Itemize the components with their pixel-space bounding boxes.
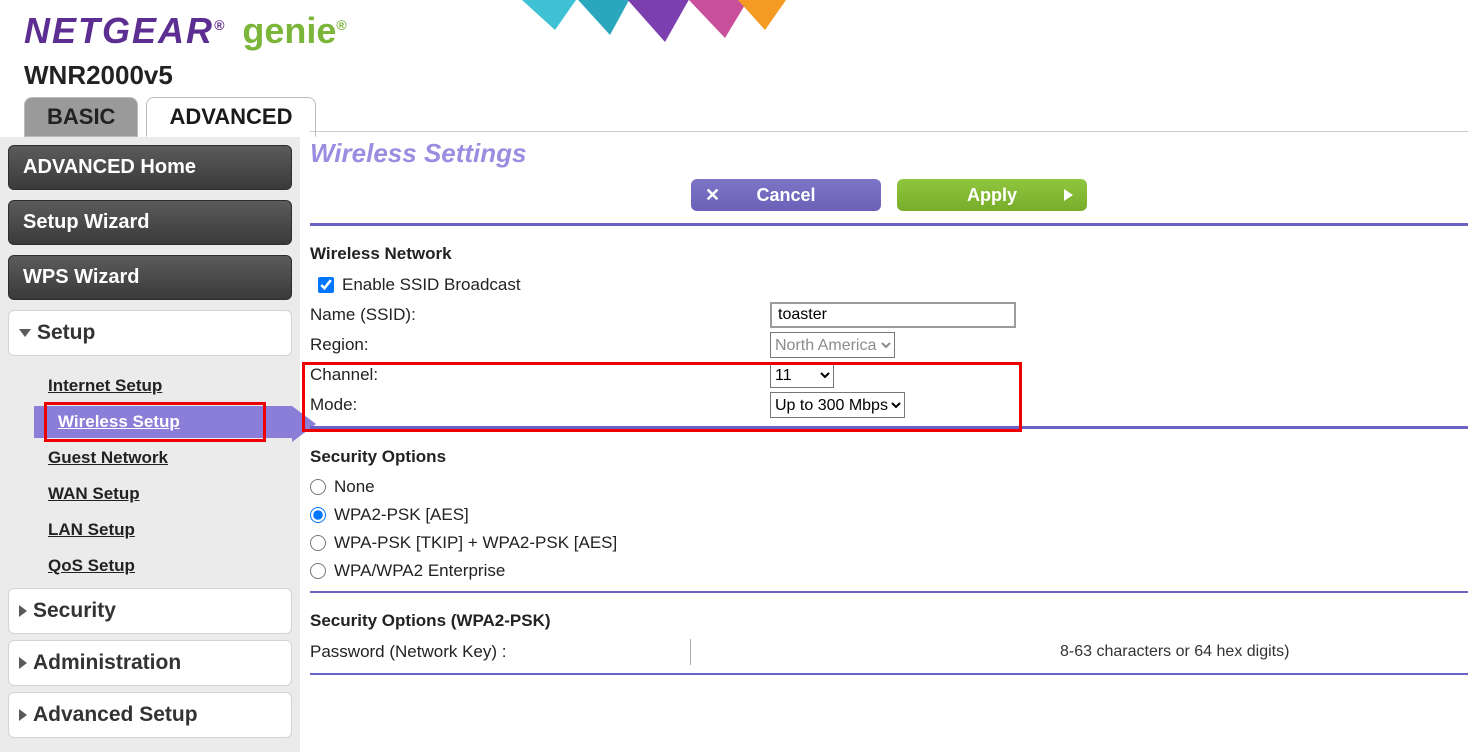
sidebar-section-label: Setup xyxy=(37,321,95,345)
security-none-label: None xyxy=(334,477,375,497)
channel-label: Channel: xyxy=(310,365,770,385)
sidebar-section-setup[interactable]: Setup xyxy=(8,310,292,356)
play-icon xyxy=(1064,189,1073,201)
sidebar-section-label: Administration xyxy=(33,651,181,675)
page-title: Wireless Settings xyxy=(310,132,1468,179)
button-bar: ✕ Cancel Apply xyxy=(310,179,1468,217)
enable-ssid-checkbox[interactable] xyxy=(318,277,334,293)
sidebar: ADVANCED Home Setup Wizard WPS Wizard Se… xyxy=(0,137,300,752)
caret-down-icon xyxy=(19,329,31,337)
security-enterprise-radio[interactable] xyxy=(310,563,326,579)
security-wpa2-radio[interactable] xyxy=(310,507,326,523)
registered-icon: ® xyxy=(336,17,346,33)
sidebar-setup-items: Internet Setup Wireless Setup Guest Netw… xyxy=(8,362,292,588)
mode-label: Mode: xyxy=(310,395,770,415)
security-enterprise-label: WPA/WPA2 Enterprise xyxy=(334,561,505,581)
security-wpa2-label: WPA2-PSK [AES] xyxy=(334,505,469,525)
security-wpa-mix-radio[interactable] xyxy=(310,535,326,551)
geometric-logo-icon xyxy=(500,0,820,50)
sidebar-active-item: Wireless Setup xyxy=(34,406,292,438)
sidebar-section-security[interactable]: Security xyxy=(8,588,292,634)
cancel-button[interactable]: ✕ Cancel xyxy=(691,179,881,211)
password-hint: 8-63 characters or 64 hex digits) xyxy=(890,643,1289,661)
brand-netgear: NETGEAR® xyxy=(24,10,226,52)
registered-icon: ® xyxy=(214,17,226,33)
sidebar-link-internet-setup[interactable]: Internet Setup xyxy=(48,368,292,404)
sidebar-section-administration[interactable]: Administration xyxy=(8,640,292,686)
section-heading-wireless-network: Wireless Network xyxy=(310,240,1468,270)
caret-right-icon xyxy=(19,605,27,617)
close-icon: ✕ xyxy=(705,185,720,206)
security-none-radio[interactable] xyxy=(310,479,326,495)
sidebar-link-wan-setup[interactable]: WAN Setup xyxy=(48,476,292,512)
security-wpa-mix-label: WPA-PSK [TKIP] + WPA2-PSK [AES] xyxy=(334,533,617,553)
sidebar-setup-wizard[interactable]: Setup Wizard xyxy=(8,200,292,245)
ssid-label: Name (SSID): xyxy=(310,305,770,325)
caret-right-icon xyxy=(19,709,27,721)
ssid-input[interactable] xyxy=(770,302,1016,328)
password-input[interactable] xyxy=(690,639,890,665)
brand-header: NETGEAR® genie® xyxy=(0,0,1478,60)
sidebar-advanced-home[interactable]: ADVANCED Home xyxy=(8,145,292,190)
tab-basic[interactable]: BASIC xyxy=(24,97,138,137)
apply-button[interactable]: Apply xyxy=(897,179,1087,211)
sidebar-section-advanced-setup[interactable]: Advanced Setup xyxy=(8,692,292,738)
enable-ssid-label: Enable SSID Broadcast xyxy=(342,275,521,295)
caret-right-icon xyxy=(19,657,27,669)
brand-genie: genie® xyxy=(242,10,346,52)
sidebar-link-lan-setup[interactable]: LAN Setup xyxy=(48,512,292,548)
region-label: Region: xyxy=(310,335,770,355)
model-number: WNR2000v5 xyxy=(0,60,1478,97)
channel-select[interactable]: 11 xyxy=(770,362,834,388)
region-select[interactable]: North America xyxy=(770,332,895,358)
mode-select[interactable]: Up to 300 Mbps xyxy=(770,392,905,418)
sidebar-section-label: Advanced Setup xyxy=(33,703,198,727)
sidebar-link-wireless-setup[interactable]: Wireless Setup xyxy=(34,406,292,438)
sidebar-wps-wizard[interactable]: WPS Wizard xyxy=(8,255,292,300)
sidebar-link-guest-network[interactable]: Guest Network xyxy=(48,440,292,476)
section-heading-security-psk: Security Options (WPA2-PSK) xyxy=(310,607,1468,637)
section-heading-security-options: Security Options xyxy=(310,443,1468,473)
sidebar-link-qos-setup[interactable]: QoS Setup xyxy=(48,548,292,584)
sidebar-section-label: Security xyxy=(33,599,116,623)
content-panel: Wireless Settings ✕ Cancel Apply Wireles… xyxy=(300,137,1478,747)
password-label: Password (Network Key) : xyxy=(310,642,690,662)
tab-advanced[interactable]: ADVANCED xyxy=(146,97,315,137)
